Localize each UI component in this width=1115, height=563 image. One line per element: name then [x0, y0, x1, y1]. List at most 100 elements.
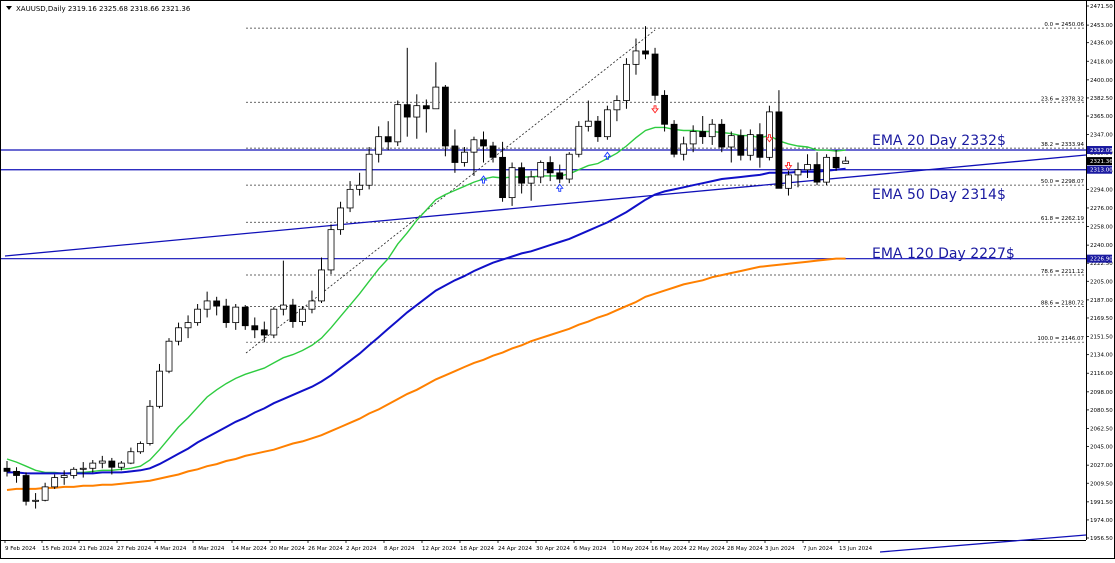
price-tick-label: 2062.50 — [1090, 427, 1113, 433]
candle-body — [375, 136, 383, 155]
price-tick-label: 1974.00 — [1090, 518, 1113, 524]
time-tick-label: 3 Jun 2024 — [765, 546, 795, 552]
time-tick-label: 18 Apr 2024 — [460, 546, 495, 552]
fib-level-label: 88.6 = 2180.72 — [1041, 300, 1084, 306]
time-tick-label: 16 May 2024 — [651, 546, 687, 552]
time-tick-label: 27 Feb 2024 — [117, 546, 152, 552]
candle-body — [727, 135, 735, 148]
candle-body — [842, 160, 850, 164]
time-tick-label: 8 Mar 2024 — [193, 546, 225, 552]
price-tick-label: 2453.00 — [1090, 23, 1113, 29]
candle-body — [737, 135, 745, 156]
price-tick-label: 2436.00 — [1090, 41, 1113, 47]
price-tick-label: 2187.00 — [1090, 298, 1113, 304]
fib-level-label: 38.2 = 2333.94 — [1041, 142, 1085, 148]
time-tick-label: 20 Mar 2024 — [270, 546, 305, 552]
candle-body — [422, 105, 430, 110]
price-tick-label: 2240.00 — [1090, 243, 1113, 249]
time-tick-label: 12 Apr 2024 — [422, 546, 457, 552]
time-tick-label: 22 May 2024 — [689, 546, 725, 552]
price-tag-label: 2332.09 — [1090, 148, 1113, 154]
candle-body — [670, 123, 678, 155]
candle-body — [708, 123, 716, 138]
fib-level-label: 61.8 = 2262.19 — [1041, 216, 1085, 222]
price-tick-label: 2400.00 — [1090, 78, 1113, 84]
candle-body — [642, 50, 649, 55]
ema120-annotation: EMA 120 Day 2227$ — [872, 246, 1015, 262]
price-tag-label: 2321.36 — [1090, 159, 1113, 165]
time-tick-label: 6 May 2024 — [574, 546, 607, 552]
time-tick-label: 2 Apr 2024 — [346, 546, 377, 552]
fib-level-label: 100.0 = 2146.07 — [1037, 336, 1084, 342]
candle-body — [785, 174, 792, 189]
time-tick-label: 8 Apr 2024 — [384, 546, 415, 552]
candle-body — [565, 153, 573, 180]
candle-body — [518, 167, 526, 184]
candle-body — [699, 131, 707, 138]
price-tick-label: 2045.00 — [1090, 445, 1113, 451]
price-tick-label: 2116.00 — [1090, 371, 1113, 377]
candle-body — [832, 156, 840, 169]
candle-body — [241, 306, 249, 327]
time-tick-label: 9 Feb 2024 — [5, 546, 36, 552]
time-tick-label: 13 Jun 2024 — [839, 546, 873, 552]
candle-body — [270, 308, 278, 336]
candle-body — [756, 134, 764, 158]
time-tick-label: 10 May 2024 — [613, 546, 649, 552]
candle-body — [746, 134, 754, 156]
candle-body — [603, 109, 611, 138]
candle-body — [127, 451, 135, 464]
symbol-header: XAUUSD,Daily 2319.16 2325.68 2318.66 232… — [16, 5, 191, 13]
candle-body — [137, 443, 144, 453]
candle-body — [432, 86, 440, 110]
fib-level-label: 0.0 = 2450.06 — [1044, 22, 1084, 28]
price-tick-label: 2169.50 — [1090, 316, 1113, 322]
fib-level-label: 23.6 = 2378.32 — [1041, 96, 1084, 102]
candle-body — [146, 405, 154, 444]
candle-body — [213, 300, 221, 307]
candle-body — [289, 304, 297, 322]
candle-body — [527, 176, 535, 184]
candle-body — [70, 468, 78, 476]
time-tick-label: 4 Mar 2024 — [155, 546, 187, 552]
price-tick-label: 2009.50 — [1090, 481, 1113, 487]
chart-window[interactable]: XAUUSD,Daily 2319.16 2325.68 2318.66 232… — [0, 0, 1115, 559]
price-chart[interactable]: XAUUSD,Daily 2319.16 2325.68 2318.66 232… — [0, 0, 1115, 559]
time-tick-label: 28 May 2024 — [727, 546, 763, 552]
candle-body — [365, 153, 373, 186]
time-tick-label: 26 Mar 2024 — [308, 546, 343, 552]
time-tick-label: 7 Jun 2024 — [803, 546, 833, 552]
price-tick-label: 2418.00 — [1090, 59, 1113, 65]
chart-frame — [0, 0, 1115, 559]
price-tag-label: 2313.00 — [1090, 168, 1113, 174]
candle-body — [403, 104, 411, 118]
candle-body — [327, 229, 335, 271]
price-tick-label: 2134.00 — [1090, 353, 1113, 359]
candle-body — [794, 169, 802, 176]
candle-body — [203, 300, 211, 310]
candle-body — [584, 120, 592, 127]
candle-body — [165, 340, 173, 372]
candle-body — [260, 329, 268, 336]
price-tick-label: 2471.50 — [1090, 4, 1113, 10]
candle-body — [575, 125, 583, 155]
price-tick-label: 2098.00 — [1090, 390, 1113, 396]
price-tick-label: 2258.00 — [1090, 225, 1113, 231]
candle-body — [51, 477, 59, 488]
time-tick-label: 24 Apr 2024 — [498, 546, 533, 552]
candle-body — [499, 156, 506, 199]
candle-body — [394, 104, 402, 143]
candle-body — [804, 164, 811, 171]
candle-body — [79, 467, 87, 470]
candle-body — [251, 325, 259, 331]
candle-body — [384, 136, 392, 143]
price-tick-label: 2080.50 — [1090, 408, 1113, 414]
price-tick-label: 2382.50 — [1090, 96, 1113, 102]
candle-body — [556, 172, 564, 180]
candle-body — [546, 162, 554, 174]
candle-body — [356, 184, 364, 190]
candle-body — [3, 467, 11, 472]
candle-body — [13, 470, 20, 476]
candle-body — [594, 120, 602, 138]
ema20-annotation: EMA 20 Day 2332$ — [872, 133, 1006, 149]
